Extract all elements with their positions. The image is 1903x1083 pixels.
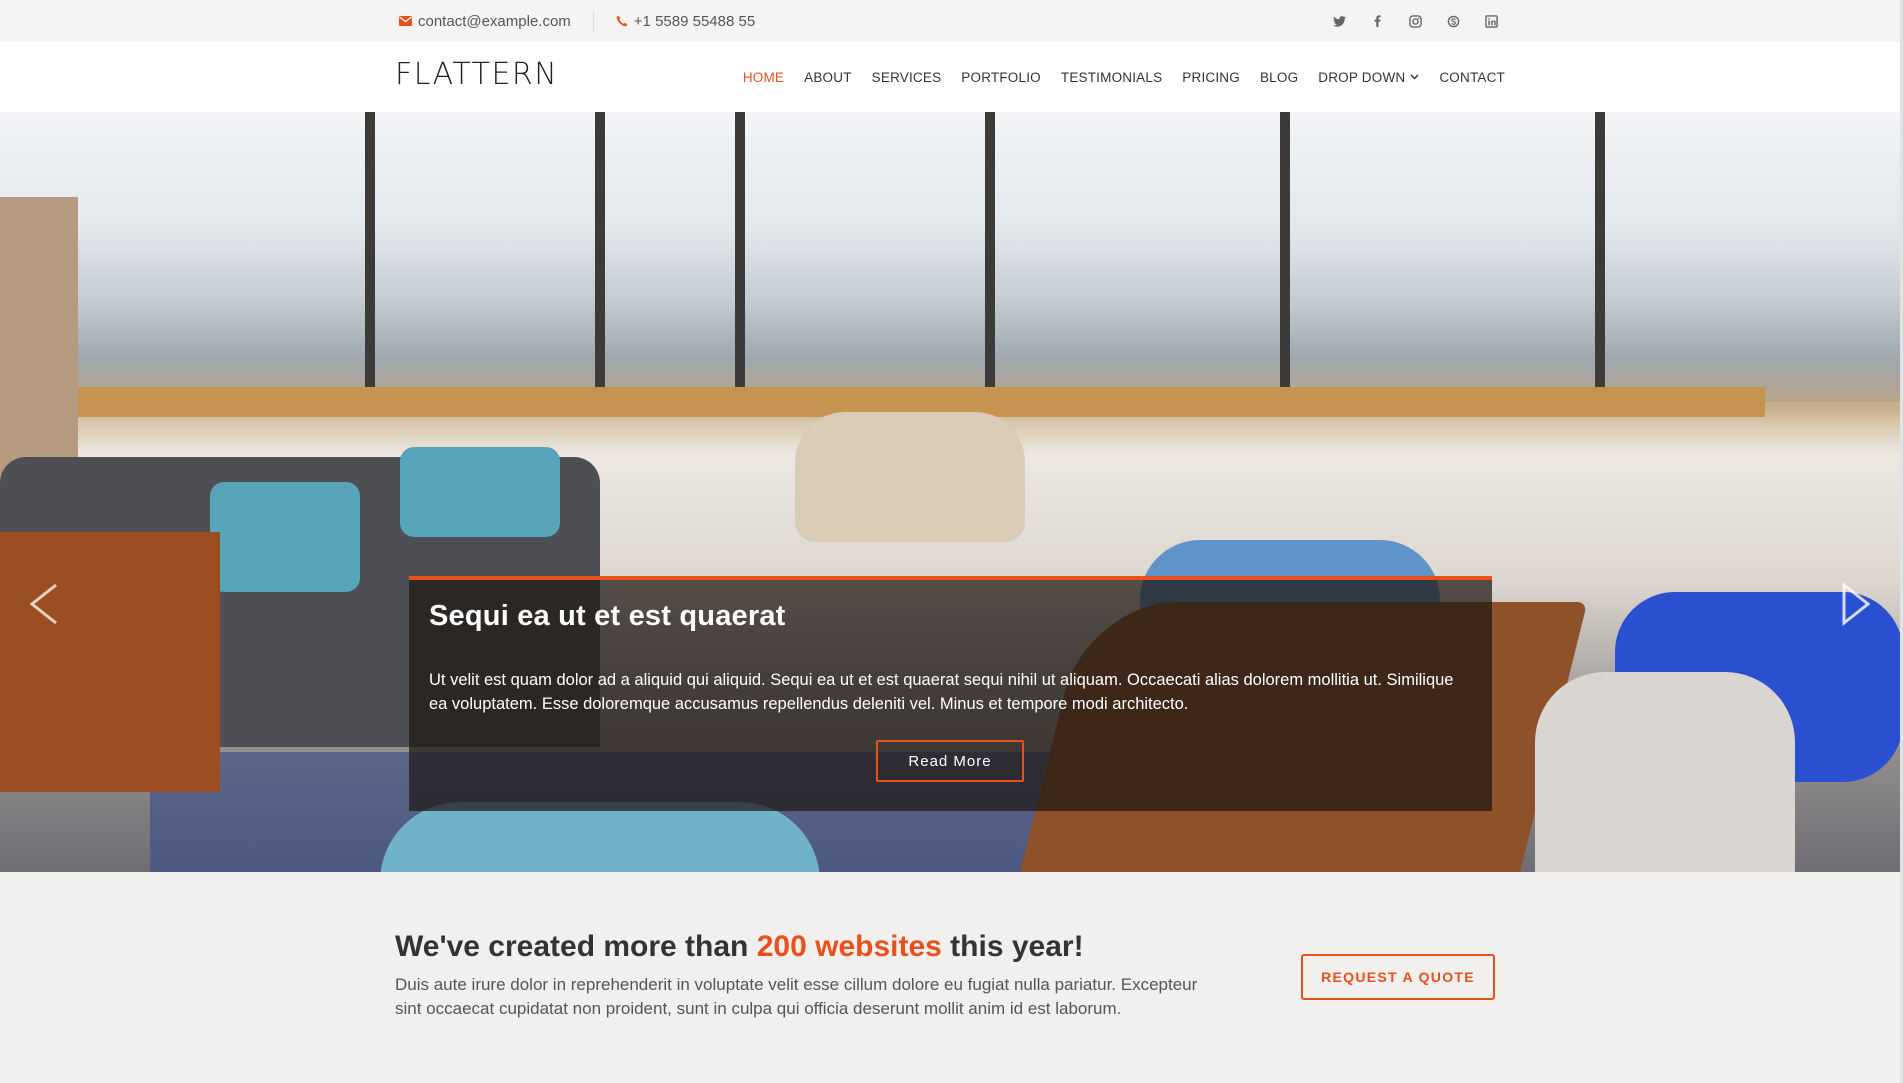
cta-title-highlight: 200 websites [756, 930, 942, 963]
pillow [400, 447, 560, 537]
window-frame [1595, 112, 1605, 402]
cta-title-suffix: this year! [941, 930, 1084, 963]
main-nav: HOME ABOUT SERVICES PORTFOLIO TESTIMONIA… [743, 42, 1505, 112]
nav-portfolio[interactable]: PORTFOLIO [961, 70, 1041, 85]
envelope-icon [399, 16, 412, 26]
nav-dropdown[interactable]: DROP DOWN [1318, 70, 1419, 85]
nav-contact[interactable]: CONTACT [1439, 70, 1505, 85]
read-more-button[interactable]: Read More [876, 740, 1024, 782]
linkedin-icon[interactable] [1483, 13, 1499, 29]
hero-background-image [0, 112, 1903, 402]
phone-text: +1 5589 55488 55 [633, 12, 756, 30]
phone-icon [616, 15, 628, 27]
nav-about[interactable]: ABOUT [804, 70, 852, 85]
nav-pricing[interactable]: PRICING [1182, 70, 1240, 85]
nav-testimonials[interactable]: TESTIMONIALS [1061, 70, 1162, 85]
nav-home[interactable]: HOME [743, 70, 784, 85]
pillow [210, 482, 360, 592]
contact-info: contact@example.com +1 5589 55488 55 [399, 0, 755, 42]
nav-dropdown-label: DROP DOWN [1318, 69, 1406, 85]
social-links [1331, 0, 1499, 42]
nav-services[interactable]: SERVICES [872, 70, 942, 85]
email-text: contact@example.com [418, 12, 571, 30]
request-quote-button[interactable]: REQUEST A QUOTE [1301, 954, 1495, 1000]
hero-caption: Sequi ea ut et est quaerat Ut velit est … [409, 576, 1492, 811]
nav-blog[interactable]: BLOG [1260, 70, 1298, 85]
email-link[interactable]: contact@example.com [399, 13, 571, 30]
hero-text: Ut velit est quam dolor ad a aliquid qui… [429, 671, 1454, 713]
window-frame [1280, 112, 1290, 402]
site-logo[interactable]: FLATTERN [395, 57, 558, 92]
site-header: FLATTERN HOME ABOUT SERVICES PORTFOLIO T… [0, 42, 1903, 112]
cta-text: Duis aute irure dolor in reprehenderit i… [395, 975, 1198, 1018]
top-bar: contact@example.com +1 5589 55488 55 [0, 0, 1903, 42]
lounge-chair [795, 412, 1025, 542]
window-frame [595, 112, 605, 402]
pouf [1535, 672, 1795, 872]
window-frame [735, 112, 745, 402]
skype-icon[interactable] [1445, 13, 1461, 29]
divider [592, 10, 594, 32]
instagram-icon[interactable] [1407, 13, 1423, 29]
chevron-down-icon [1410, 74, 1419, 80]
hero-title: Sequi ea ut et est quaerat [429, 600, 786, 632]
cta-title: We've created more than 200 websites thi… [395, 930, 1084, 964]
prev-slide-icon[interactable] [29, 582, 59, 626]
cta-title-prefix: We've created more than [395, 930, 757, 963]
next-slide-icon[interactable] [1841, 582, 1871, 626]
sofa-armrest [0, 532, 220, 792]
window-frame [985, 112, 995, 402]
twitter-icon[interactable] [1331, 13, 1347, 29]
facebook-icon[interactable] [1369, 13, 1385, 29]
phone-link[interactable]: +1 5589 55488 55 [616, 13, 755, 30]
pouf [380, 802, 820, 872]
window-frame [365, 112, 375, 402]
cta-section: We've created more than 200 websites thi… [0, 872, 1903, 1083]
